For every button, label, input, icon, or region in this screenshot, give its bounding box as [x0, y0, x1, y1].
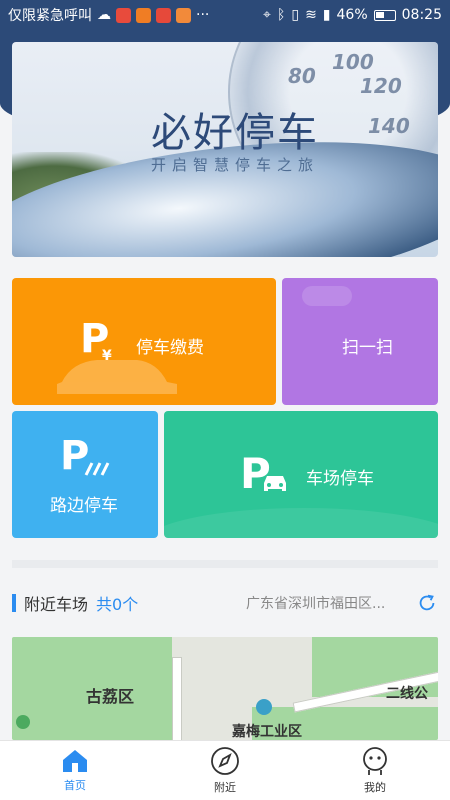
weibo-app-icon	[136, 7, 151, 23]
parking-payment-label: 停车缴费	[136, 338, 204, 358]
profile-icon	[363, 747, 387, 775]
parking-lot-label: 车场停车	[306, 469, 374, 489]
battery-icon	[373, 9, 396, 21]
battery-percent: 46%	[336, 7, 368, 23]
roadside-parking-label: 路边停车	[50, 496, 118, 516]
wave-decoration	[164, 508, 438, 538]
banner-subtitle: 开启智慧停车之旅	[150, 156, 319, 174]
map-label: 嘉梅工业区	[232, 724, 302, 740]
map-label: 古荔区	[86, 687, 135, 706]
nearby-header: 附近车场 共0个 广东省深圳市福田区...	[12, 588, 438, 618]
speed-mark: 80	[288, 64, 316, 88]
accent-bar	[12, 594, 16, 612]
tab-home-label: 首页	[64, 779, 86, 792]
yen-icon: ¥	[102, 348, 112, 364]
banner-title: 必好停车	[151, 110, 319, 156]
bluetooth-icon: ᛒ	[276, 7, 286, 23]
nearby-title: 附近车场	[24, 595, 89, 614]
map-road	[172, 657, 182, 740]
map-label: 二线公	[386, 686, 428, 702]
carrier-text: 仅限紧急呼叫	[8, 8, 92, 24]
cloud-icon: ☁	[97, 7, 111, 23]
refresh-icon[interactable]	[416, 592, 438, 614]
speed-mark: 120	[360, 74, 402, 98]
tab-nearby-label: 附近	[214, 781, 236, 794]
parking-payment-tile[interactable]: P ¥ 停车缴费	[12, 278, 276, 405]
bottom-tab-bar: 首页 附近 我的	[0, 740, 450, 800]
map-app-icon	[116, 7, 131, 23]
tab-profile-label: 我的	[364, 781, 386, 794]
signal-icon: ▮	[322, 7, 331, 23]
roadside-parking-tile[interactable]: P 路边停车	[12, 411, 158, 538]
app-icon	[156, 7, 171, 23]
video-app-icon	[176, 7, 191, 23]
current-location[interactable]: 广东省深圳市福田区...	[246, 593, 396, 613]
speed-mark: 100	[332, 50, 374, 74]
compass-icon	[211, 747, 239, 775]
hero-banner[interactable]: 80 100 120 140 必好停车 开启智慧停车之旅	[12, 42, 438, 257]
cloud-decoration	[302, 286, 352, 306]
parking-lot-tile[interactable]: P 车场停车	[164, 411, 438, 538]
status-bar: 仅限紧急呼叫 ☁ ··· ⌖ ᛒ ▯ ≋ ▮ 46% 08:25	[0, 0, 450, 30]
nearby-map[interactable]: 古荔区 嘉梅工业区 二线公	[12, 637, 438, 740]
car-icon	[264, 476, 286, 491]
nearby-count: 共0个	[96, 595, 139, 614]
location-icon: ⌖	[263, 7, 271, 23]
map-poi-icon	[256, 699, 272, 715]
tab-nearby[interactable]: 附近	[150, 741, 300, 800]
map-poi-icon	[16, 715, 30, 729]
scan-label: 扫一扫	[342, 338, 393, 358]
vibrate-icon: ▯	[291, 7, 300, 23]
more-notifications: ···	[196, 7, 210, 23]
section-divider	[12, 560, 438, 568]
tab-profile[interactable]: 我的	[300, 741, 450, 800]
home-icon	[63, 750, 87, 772]
wifi-icon: ≋	[305, 7, 317, 23]
tab-home[interactable]: 首页	[0, 741, 150, 800]
road-stripes-icon	[84, 462, 110, 476]
scan-tile[interactable]: 扫一扫	[282, 278, 438, 405]
clock: 08:25	[401, 7, 442, 23]
